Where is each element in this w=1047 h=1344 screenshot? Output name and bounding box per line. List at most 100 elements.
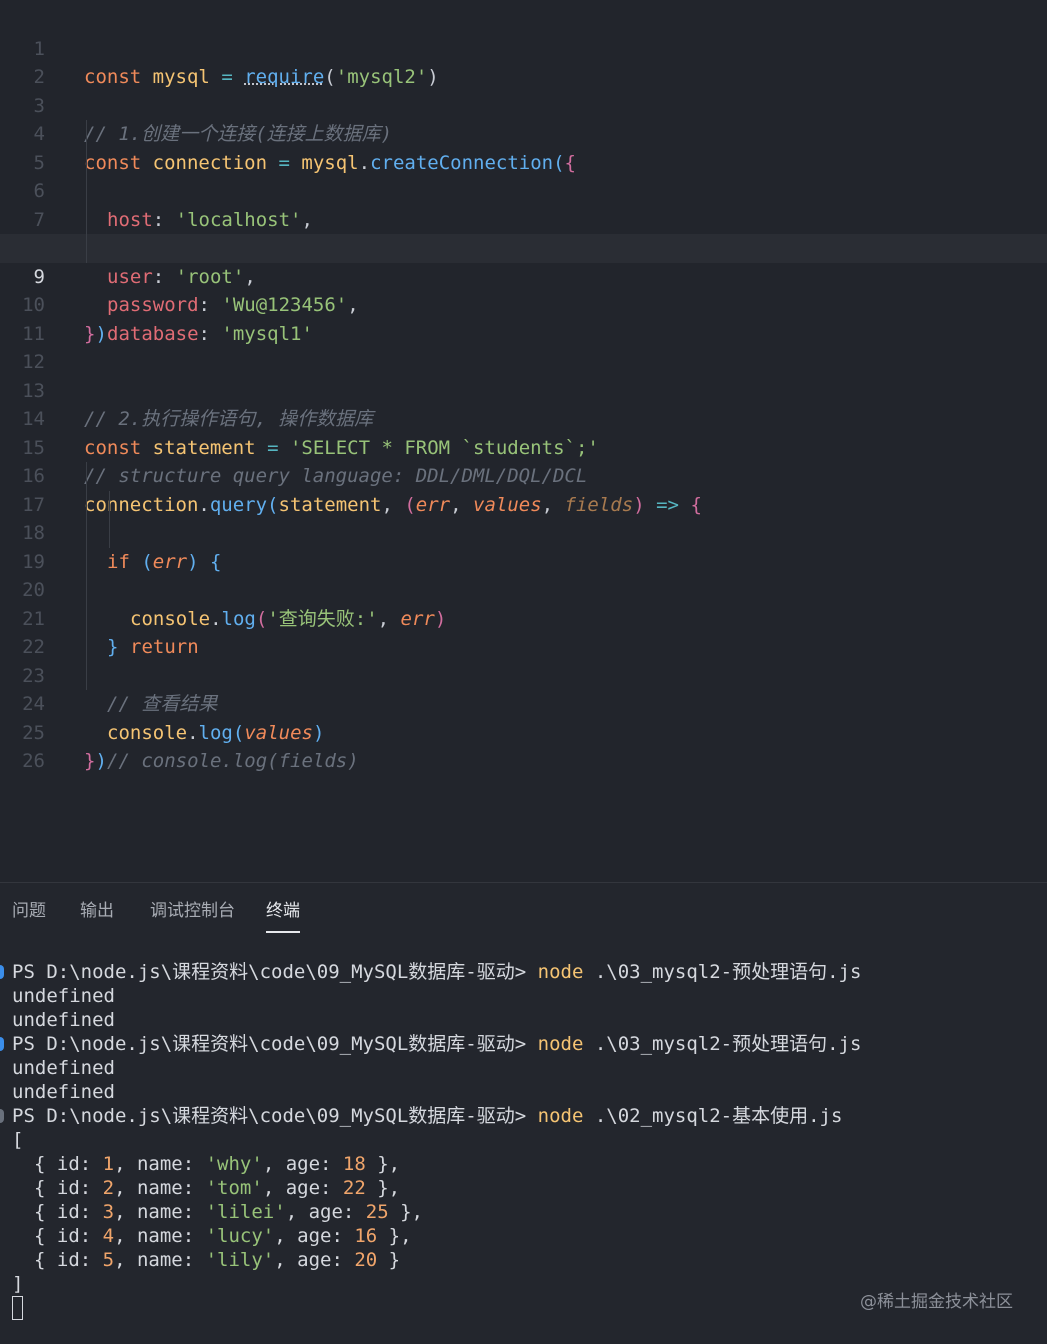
code-line[interactable]: 8 password: 'Wu@123456', <box>0 205 1047 316</box>
terminal-line: PS D:\node.js\课程资料\code\09_MySQL数据库-驱动> … <box>12 1104 842 1128</box>
command-status-icon[interactable] <box>0 1037 4 1051</box>
result-key: , age: <box>262 1177 343 1199</box>
result-key: , age: <box>274 1225 355 1247</box>
indent-guide <box>86 120 87 149</box>
command-argument: .\03_mysql2-预处理语句.js <box>594 1033 862 1055</box>
indent-guide <box>86 148 87 177</box>
indent-guide <box>86 519 87 548</box>
code-line[interactable]: 11 <box>0 291 1047 345</box>
indent-guide <box>109 490 110 519</box>
command: node <box>537 1033 584 1055</box>
result-id: 1 <box>102 1153 115 1175</box>
result-age: 18 <box>342 1153 366 1175</box>
indent-guide <box>86 462 87 491</box>
code-line[interactable]: 15 // structure query language: DDL/DML/… <box>0 405 1047 488</box>
result-key: , name: <box>114 1153 206 1175</box>
result-end: }, <box>388 1201 423 1223</box>
code-line[interactable]: 25 }) <box>0 690 1047 773</box>
tab-output[interactable]: 输出 <box>80 899 114 931</box>
result-name: 'lucy' <box>205 1225 275 1247</box>
result-id: 4 <box>102 1225 115 1247</box>
watermark: @稀土掘金技术社区 <box>860 1292 1013 1312</box>
code-line[interactable]: 18 console.log('查询失败:', err) <box>0 490 1047 630</box>
code-line[interactable]: 7 user: 'root', <box>0 177 1047 288</box>
indent-guide <box>86 661 87 690</box>
indent-guide <box>86 205 87 234</box>
result-key: { id: <box>34 1225 103 1247</box>
code-line[interactable]: 26 <box>0 719 1047 772</box>
code-line[interactable]: 20 } <box>0 547 1047 658</box>
result-name: 'why' <box>205 1153 263 1175</box>
code-line[interactable]: 6 port: 3306, <box>0 148 1047 259</box>
result-name: 'lilei' <box>205 1201 286 1223</box>
code-line[interactable]: 21 <box>0 576 1047 630</box>
bracket: } <box>84 750 96 772</box>
result-age: 25 <box>365 1201 389 1223</box>
result-age: 22 <box>342 1177 366 1199</box>
code-line[interactable]: 16 connection.query(statement, (err, val… <box>0 434 1047 516</box>
result-name: 'lily' <box>205 1249 275 1271</box>
terminal-line: [ <box>12 1129 24 1151</box>
terminal-cursor <box>12 1296 23 1320</box>
indent-guide <box>86 576 87 605</box>
result-end: } <box>377 1249 401 1271</box>
indent-guide <box>86 177 87 206</box>
command-argument: .\03_mysql2-预处理语句.js <box>594 961 862 983</box>
code-line[interactable]: 4 const connection = mysql.createConnect… <box>0 92 1047 174</box>
result-key: , name: <box>114 1177 206 1199</box>
result-key: , age: <box>262 1153 343 1175</box>
result-id: 3 <box>102 1201 115 1223</box>
result-key: , age: <box>285 1201 366 1223</box>
code-line-active[interactable]: 9 database: 'mysql1' <box>0 234 1047 345</box>
tab-problems[interactable]: 问题 <box>12 899 46 931</box>
line-number: 26 <box>22 750 45 772</box>
indent-guide <box>86 490 87 519</box>
result-id: 2 <box>102 1177 115 1199</box>
code-line[interactable]: 22 // 查看结果 <box>0 604 1047 715</box>
result-key: { id: <box>34 1153 103 1175</box>
result-row: { id: 2, name: 'tom', age: 22 }, <box>34 1176 400 1200</box>
prompt: PS D:\node.js\课程资料\code\09_MySQL数据库-驱动> <box>12 961 527 983</box>
code-line[interactable]: 3 // 1.创建一个连接(连接上数据库) <box>0 63 1047 146</box>
result-row: { id: 1, name: 'why', age: 18 }, <box>34 1152 400 1176</box>
tab-terminal[interactable]: 终端 <box>266 899 300 933</box>
terminal-line: undefined <box>12 1057 115 1079</box>
result-end: }, <box>365 1153 401 1175</box>
code-line[interactable]: 14 const statement = 'SELECT * FROM `stu… <box>0 377 1047 459</box>
result-row: { id: 3, name: 'lilei', age: 25 }, <box>34 1200 423 1224</box>
result-key: , name: <box>114 1201 206 1223</box>
result-age: 16 <box>354 1225 378 1247</box>
indent-guide <box>86 234 87 263</box>
indent-guide <box>109 519 110 548</box>
command-status-icon[interactable] <box>0 965 4 979</box>
command-status-icon[interactable] <box>0 1109 4 1123</box>
code-line[interactable]: 2 <box>0 35 1047 88</box>
terminal-line: undefined <box>12 1081 115 1103</box>
command: node <box>537 961 584 983</box>
terminal-line: undefined <box>12 985 115 1007</box>
terminal-line: ] <box>12 1273 24 1295</box>
terminal-line: PS D:\node.js\课程资料\code\09_MySQL数据库-驱动> … <box>12 960 861 984</box>
result-name: 'tom' <box>205 1177 263 1199</box>
result-key: { id: <box>34 1201 103 1223</box>
indent-guide <box>86 547 87 576</box>
tab-debug-console[interactable]: 调试控制台 <box>150 899 235 931</box>
result-key: { id: <box>34 1249 103 1271</box>
code-line[interactable]: 5 host: 'localhost', <box>0 120 1047 231</box>
code-line[interactable]: 13 // 2.执行操作语句, 操作数据库 <box>0 348 1047 431</box>
code-line[interactable]: 24 // console.log(fields) <box>0 661 1047 772</box>
code-line[interactable]: 19 return <box>0 519 1047 658</box>
code-line[interactable]: 10 }) <box>0 263 1047 345</box>
terminal-line: undefined <box>12 1009 115 1031</box>
code-line[interactable]: 17 if (err) { <box>0 462 1047 573</box>
code-editor[interactable]: 1 const mysql = require('mysql2') 2 3 //… <box>0 0 1047 882</box>
code-line[interactable]: 12 <box>0 320 1047 373</box>
code-line[interactable]: 23 console.log(values) <box>0 633 1047 744</box>
comment: // console.log(fields) <box>107 750 359 772</box>
result-end: }, <box>365 1177 401 1199</box>
indent-guide <box>86 633 87 662</box>
code-line[interactable]: 1 const mysql = require('mysql2') <box>0 6 1047 89</box>
command-argument: .\02_mysql2-基本使用.js <box>594 1105 843 1127</box>
result-key: { id: <box>34 1177 103 1199</box>
indent-guide <box>86 604 87 633</box>
